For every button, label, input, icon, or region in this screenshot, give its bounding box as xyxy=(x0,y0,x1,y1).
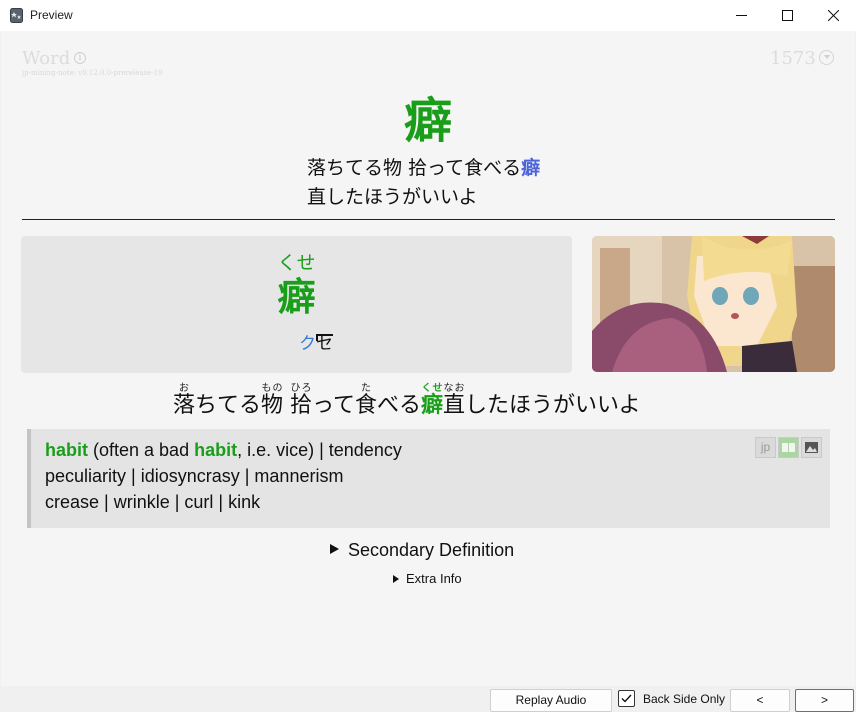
window-title: Preview xyxy=(30,8,73,22)
back-side-only-checkbox[interactable] xyxy=(618,690,635,707)
sentence-text: って xyxy=(312,393,355,418)
front-sentence-line2: 直したほうがいいよ xyxy=(307,186,478,208)
dictionary-icons: jp xyxy=(755,437,822,458)
note-version: jp-mining-note: v0.12.0.0-prerelease-19 xyxy=(22,69,163,77)
sentence-text xyxy=(283,393,290,418)
kanji-base: 落 xyxy=(173,393,196,418)
divider xyxy=(22,219,835,220)
sentence-kanji: 食た xyxy=(354,383,377,418)
definition-text: habit (often a bad habit, i.e. vice) | t… xyxy=(45,437,402,515)
furigana: なお xyxy=(443,383,466,394)
front-word: 癖 xyxy=(403,93,452,149)
sentence-text: べる xyxy=(376,393,421,418)
kanji-base: 食 xyxy=(354,393,377,418)
secondary-definition-toggle[interactable]: Secondary Definition xyxy=(330,540,514,561)
kanji-base: 物 xyxy=(261,393,284,418)
def-text-rest: , i.e. vice) | tendency xyxy=(237,440,402,460)
back-word: 癖 xyxy=(277,275,316,319)
card-id: 1573 xyxy=(770,48,816,69)
furigana: くせ xyxy=(421,383,444,394)
close-icon xyxy=(827,10,839,21)
bottom-bar xyxy=(0,686,856,712)
note-type-label: Word xyxy=(22,48,71,69)
replay-audio-button[interactable]: Replay Audio xyxy=(490,689,612,712)
kanji-base: 拾 xyxy=(290,393,313,418)
maximize-icon xyxy=(781,10,793,21)
sentence-kanji: 拾ひろ xyxy=(290,383,313,418)
furigana: た xyxy=(354,383,377,394)
pitch-accent: クセ xyxy=(299,333,333,355)
jp-dictionary-icon[interactable]: jp xyxy=(755,437,776,458)
extra-info-toggle[interactable]: Extra Info xyxy=(393,571,462,586)
def-highlight-2: habit xyxy=(194,440,238,460)
def-line-2: peculiarity | idiosyncrasy | mannerism xyxy=(45,466,344,486)
front-sentence: 落ちてる物 拾って食べる癖 直したほうがいいよ xyxy=(307,154,540,212)
prev-button[interactable]: < xyxy=(730,689,790,712)
furigana: お xyxy=(173,383,195,394)
info-icon[interactable]: i xyxy=(74,52,86,64)
minimize-icon xyxy=(735,15,747,16)
maximize-button[interactable] xyxy=(764,0,810,31)
sentence-text: ちてる xyxy=(195,393,262,418)
sentence-kanji: 直なお xyxy=(443,383,466,418)
word-reading-box: くせ 癖 クセ xyxy=(21,236,572,373)
kanji-base: 癖 xyxy=(421,393,444,418)
image-icon[interactable] xyxy=(801,437,822,458)
screenshot-image xyxy=(592,236,835,372)
card-preview: Word i jp-mining-note: v0.12.0.0-prerele… xyxy=(1,31,855,686)
pitch-low-mora: ク xyxy=(299,334,316,354)
definition-box: habit (often a bad habit, i.e. vice) | t… xyxy=(27,429,830,528)
front-sentence-highlight: 癖 xyxy=(521,157,541,179)
anime-screenshot[interactable] xyxy=(592,236,835,372)
next-button[interactable]: > xyxy=(795,689,854,712)
close-button[interactable] xyxy=(810,0,856,31)
kanji-base: 直 xyxy=(443,393,466,418)
pitch-high-mora: セ xyxy=(316,334,333,354)
minimize-button[interactable] xyxy=(718,0,764,31)
front-sentence-part1: 落ちてる物 拾って食べる xyxy=(307,157,522,179)
sentence-kanji: 物もの xyxy=(261,383,284,418)
furigana: ひろ xyxy=(290,383,313,394)
furigana: もの xyxy=(261,383,284,394)
def-line-3: crease | wrinkle | curl | kink xyxy=(45,492,261,512)
def-highlight-1: habit xyxy=(45,440,88,460)
back-sentence: 落おちてる物もの 拾ひろって食たべる癖くせ直なおしたほうがいいよ xyxy=(173,383,641,419)
def-text-mid: (often a bad xyxy=(88,440,195,460)
sentence-target-word: 癖くせ xyxy=(421,383,444,418)
sentence-kanji: 落お xyxy=(173,383,196,418)
chevron-down-icon[interactable] xyxy=(819,50,834,65)
anki-app-icon xyxy=(10,8,23,23)
checkmark-icon xyxy=(621,694,632,703)
book-icon[interactable] xyxy=(778,437,799,458)
title-bar: Preview xyxy=(0,0,856,31)
back-side-only-label: Back Side Only xyxy=(643,692,726,706)
sentence-text: したほうがいいよ xyxy=(465,393,641,418)
